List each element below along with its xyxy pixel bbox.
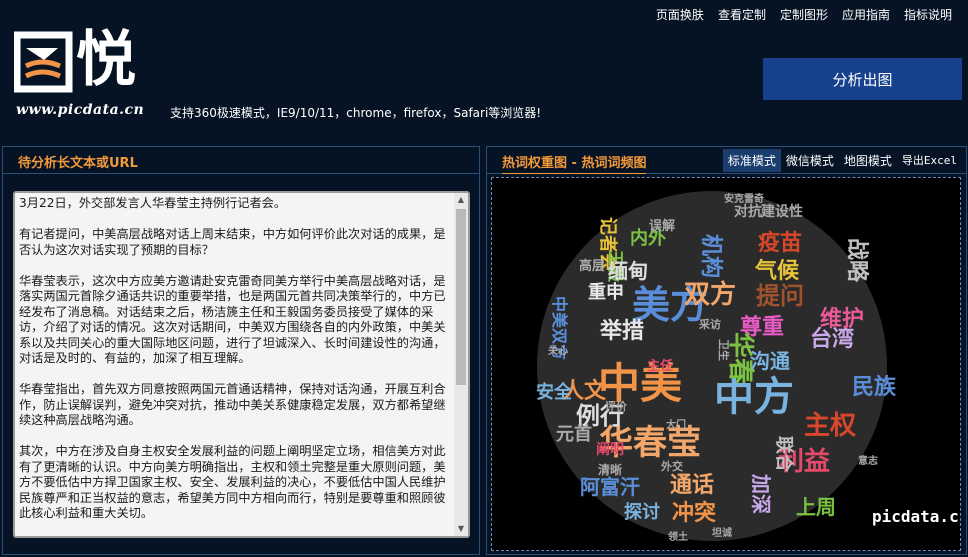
logo-brand-char: 悦: [76, 25, 136, 95]
word-cloud-word[interactable]: 领土: [668, 530, 688, 543]
word-cloud-word[interactable]: 误解: [649, 218, 675, 234]
word-cloud-panel: 热词权重图 - 热词词频图 标准模式 微信模式 地图模式 导出Excel 中方中…: [486, 146, 967, 555]
word-cloud-word[interactable]: 评价: [605, 400, 628, 413]
word-cloud-svg: 中方中美华春莹美方双方主权利益尊重疫苗提问气候举措华春例行人文通话冲突阿富汗探讨…: [536, 191, 960, 543]
word-cloud-word[interactable]: 加深: [749, 473, 773, 514]
word-cloud-word[interactable]: 安全: [536, 381, 573, 403]
nav-view-custom[interactable]: 查看定制: [718, 6, 766, 23]
word-cloud-word[interactable]: 对抗: [734, 203, 762, 220]
mode-tabs: 标准模式 微信模式 地图模式 导出Excel: [722, 149, 962, 172]
word-cloud-word[interactable]: 建设性: [761, 203, 803, 220]
picdata-watermark: picdata.cn: [872, 507, 960, 526]
word-cloud-word[interactable]: 阿富汗: [580, 475, 640, 499]
logo-url: www.picdata.cn: [16, 102, 145, 118]
word-cloud-panel-header: 热词权重图 - 热词词频图 标准模式 微信模式 地图模式 导出Excel: [487, 147, 966, 174]
text-input-panel-title: 待分析长文本或URL: [18, 156, 138, 171]
word-cloud-word[interactable]: 卫生: [717, 339, 731, 361]
scroll-thumb[interactable]: [456, 209, 466, 385]
word-cloud-panel-title[interactable]: 热词权重图 - 热词词频图: [502, 152, 647, 174]
word-cloud-word[interactable]: 维护: [820, 306, 864, 332]
browser-support-text: 支持360极速模式，IE9/10/11，chrome，firefox，Safar…: [170, 106, 542, 120]
word-cloud-word[interactable]: 沟通: [750, 349, 790, 373]
word-cloud-word[interactable]: 清晰: [598, 462, 622, 477]
word-cloud-word[interactable]: 机构: [698, 234, 724, 278]
word-cloud-word[interactable]: 冲突: [672, 500, 716, 526]
word-cloud-word[interactable]: 采访: [698, 317, 721, 331]
long-text-textarea[interactable]: 3月22日，外交部发言人华春莹主持例行记者会。 有记者提问，中美高层战略对话上周…: [13, 191, 470, 538]
word-cloud-word[interactable]: 意志: [858, 454, 878, 467]
word-cloud-word[interactable]: 双方: [684, 279, 736, 310]
text-input-panel: 待分析长文本或URL 3月22日，外交部发言人华春莹主持例行记者会。 有记者提问…: [2, 146, 480, 555]
nav-skin[interactable]: 页面换肤: [656, 6, 704, 23]
word-cloud-word[interactable]: 提问: [756, 282, 804, 310]
word-cloud-word[interactable]: 举措: [599, 318, 644, 344]
word-cloud-word[interactable]: 主权: [804, 411, 856, 441]
nav-custom-chart[interactable]: 定制图形: [780, 6, 828, 23]
analyze-button[interactable]: 分析出图: [763, 58, 962, 100]
brand-logo: 悦 www.picdata.cn: [14, 25, 159, 122]
word-cloud-canvas: 中方 中美 华春莹 美方 双方 主权 利益 尊重 疫苗 提问 气候 举措 华春 例行 人文 通话 冲突 阿富汗 探讨…: [491, 177, 961, 551]
top-nav: 页面换肤 查看定制 定制图形 应用指南 指标说明: [642, 6, 952, 23]
nav-guide[interactable]: 应用指南: [842, 6, 890, 23]
text-input-panel-header: 待分析长文本或URL: [3, 147, 479, 174]
word-cloud-word[interactable]: 元首: [556, 423, 592, 445]
word-cloud-word[interactable]: 缅甸: [608, 259, 648, 283]
nav-metrics[interactable]: 指标说明: [904, 6, 952, 23]
word-cloud-word[interactable]: 上周: [796, 495, 836, 519]
scroll-down-arrow-icon[interactable]: ▼: [454, 522, 468, 536]
word-cloud-word[interactable]: 重申: [588, 281, 624, 303]
logo-mark-icon: [14, 31, 73, 93]
long-text-content[interactable]: 3月22日，外交部发言人华春莹主持例行记者会。 有记者提问，中美高层战略对话上周…: [15, 193, 454, 536]
word-cloud-word[interactable]: 主任: [647, 358, 673, 374]
tab-export-excel[interactable]: 导出Excel: [897, 149, 962, 172]
word-cloud-word[interactable]: 气候: [754, 258, 800, 284]
scroll-up-arrow-icon[interactable]: ▲: [454, 193, 468, 207]
word-cloud-word[interactable]: 高层: [579, 258, 605, 274]
word-cloud-word[interactable]: 安克雷奇: [724, 192, 764, 205]
word-cloud-word[interactable]: 联合: [773, 436, 795, 473]
tab-standard-mode[interactable]: 标准模式: [722, 149, 781, 172]
tab-wechat-mode[interactable]: 微信模式: [781, 149, 839, 172]
word-cloud-word[interactable]: 大门: [666, 418, 686, 431]
word-cloud-word[interactable]: 关心: [548, 344, 568, 357]
word-cloud-word[interactable]: 阐明: [596, 441, 624, 458]
word-cloud-word[interactable]: 外交: [660, 459, 683, 473]
word-cloud-word[interactable]: 战略: [844, 238, 870, 283]
tab-map-mode[interactable]: 地图模式: [839, 149, 897, 172]
word-cloud-word[interactable]: 疫苗: [758, 230, 802, 256]
word-cloud-word[interactable]: 坦诚: [712, 526, 732, 539]
textarea-scrollbar[interactable]: ▲ ▼: [454, 193, 468, 536]
word-cloud-word[interactable]: 通话: [670, 473, 714, 498]
word-cloud-word[interactable]: 探讨: [624, 501, 660, 523]
word-cloud-word[interactable]: 民族: [852, 374, 897, 400]
